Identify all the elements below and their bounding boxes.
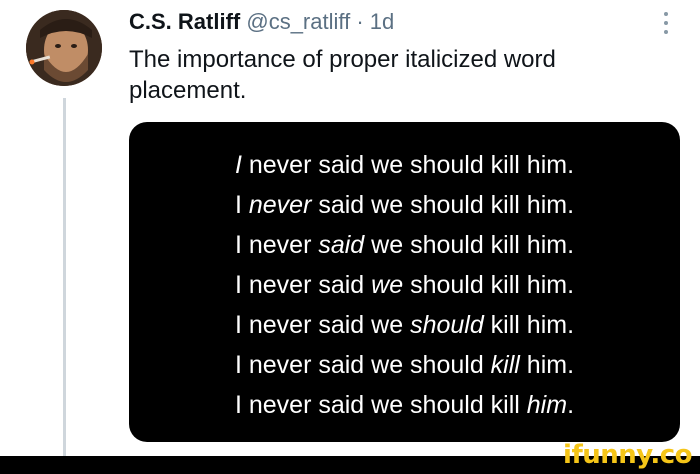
thread-line: [63, 98, 66, 456]
image-text-line: I never said we should kill him.: [129, 385, 680, 425]
line-italic-word: I: [234, 151, 242, 179]
line-italic-word: we: [371, 271, 404, 299]
tweet-timestamp[interactable]: 1d: [370, 9, 394, 34]
image-text-line: I never said we should kill him.: [129, 345, 680, 385]
line-text-before: I never: [234, 231, 319, 259]
line-text-after: should kill him.: [403, 271, 575, 299]
line-text-before: I never said we: [234, 311, 411, 339]
tweet-header: C.S. Ratliff @cs_ratliff · 1d: [129, 7, 394, 37]
avatar[interactable]: [26, 10, 102, 86]
image-text-line: I never said we should kill him.: [129, 145, 680, 185]
line-text-after: kill him.: [483, 311, 575, 339]
line-italic-word: should: [410, 311, 484, 339]
author-name[interactable]: C.S. Ratliff: [129, 9, 240, 34]
line-text-after: said we should kill him.: [311, 191, 575, 219]
image-text-line: I never said we should kill him.: [129, 265, 680, 305]
line-text-before: I: [234, 191, 249, 219]
image-text-line: I never said we should kill him.: [129, 185, 680, 225]
avatar-photo: [26, 10, 102, 86]
line-text-after: .: [567, 391, 575, 419]
line-italic-word: said: [318, 231, 365, 259]
image-text-line: I never said we should kill him.: [129, 225, 680, 265]
line-text-before: I never said we should: [234, 351, 491, 379]
tweet-image[interactable]: I never said we should kill him. I never …: [129, 122, 680, 442]
ifunny-watermark: ifunny.co: [563, 440, 692, 470]
line-italic-word: kill: [490, 351, 520, 379]
line-text-before: I never said: [234, 271, 372, 299]
tweet-text: The importance of proper italicized word…: [129, 46, 556, 104]
line-text-after: we should kill him.: [364, 231, 575, 259]
line-text-after: him.: [519, 351, 575, 379]
line-text-after: never said we should kill him.: [241, 151, 575, 179]
header-separator: ·: [356, 9, 364, 34]
tweet-screenshot: C.S. Ratliff @cs_ratliff · 1d The import…: [0, 0, 700, 474]
image-text-line: I never said we should kill him.: [129, 305, 680, 345]
line-text-before: I never said we should kill: [234, 391, 527, 419]
more-options-icon[interactable]: [660, 12, 672, 38]
line-italic-word: him: [526, 391, 568, 419]
line-italic-word: never: [248, 191, 312, 219]
author-handle[interactable]: @cs_ratliff: [246, 9, 350, 34]
